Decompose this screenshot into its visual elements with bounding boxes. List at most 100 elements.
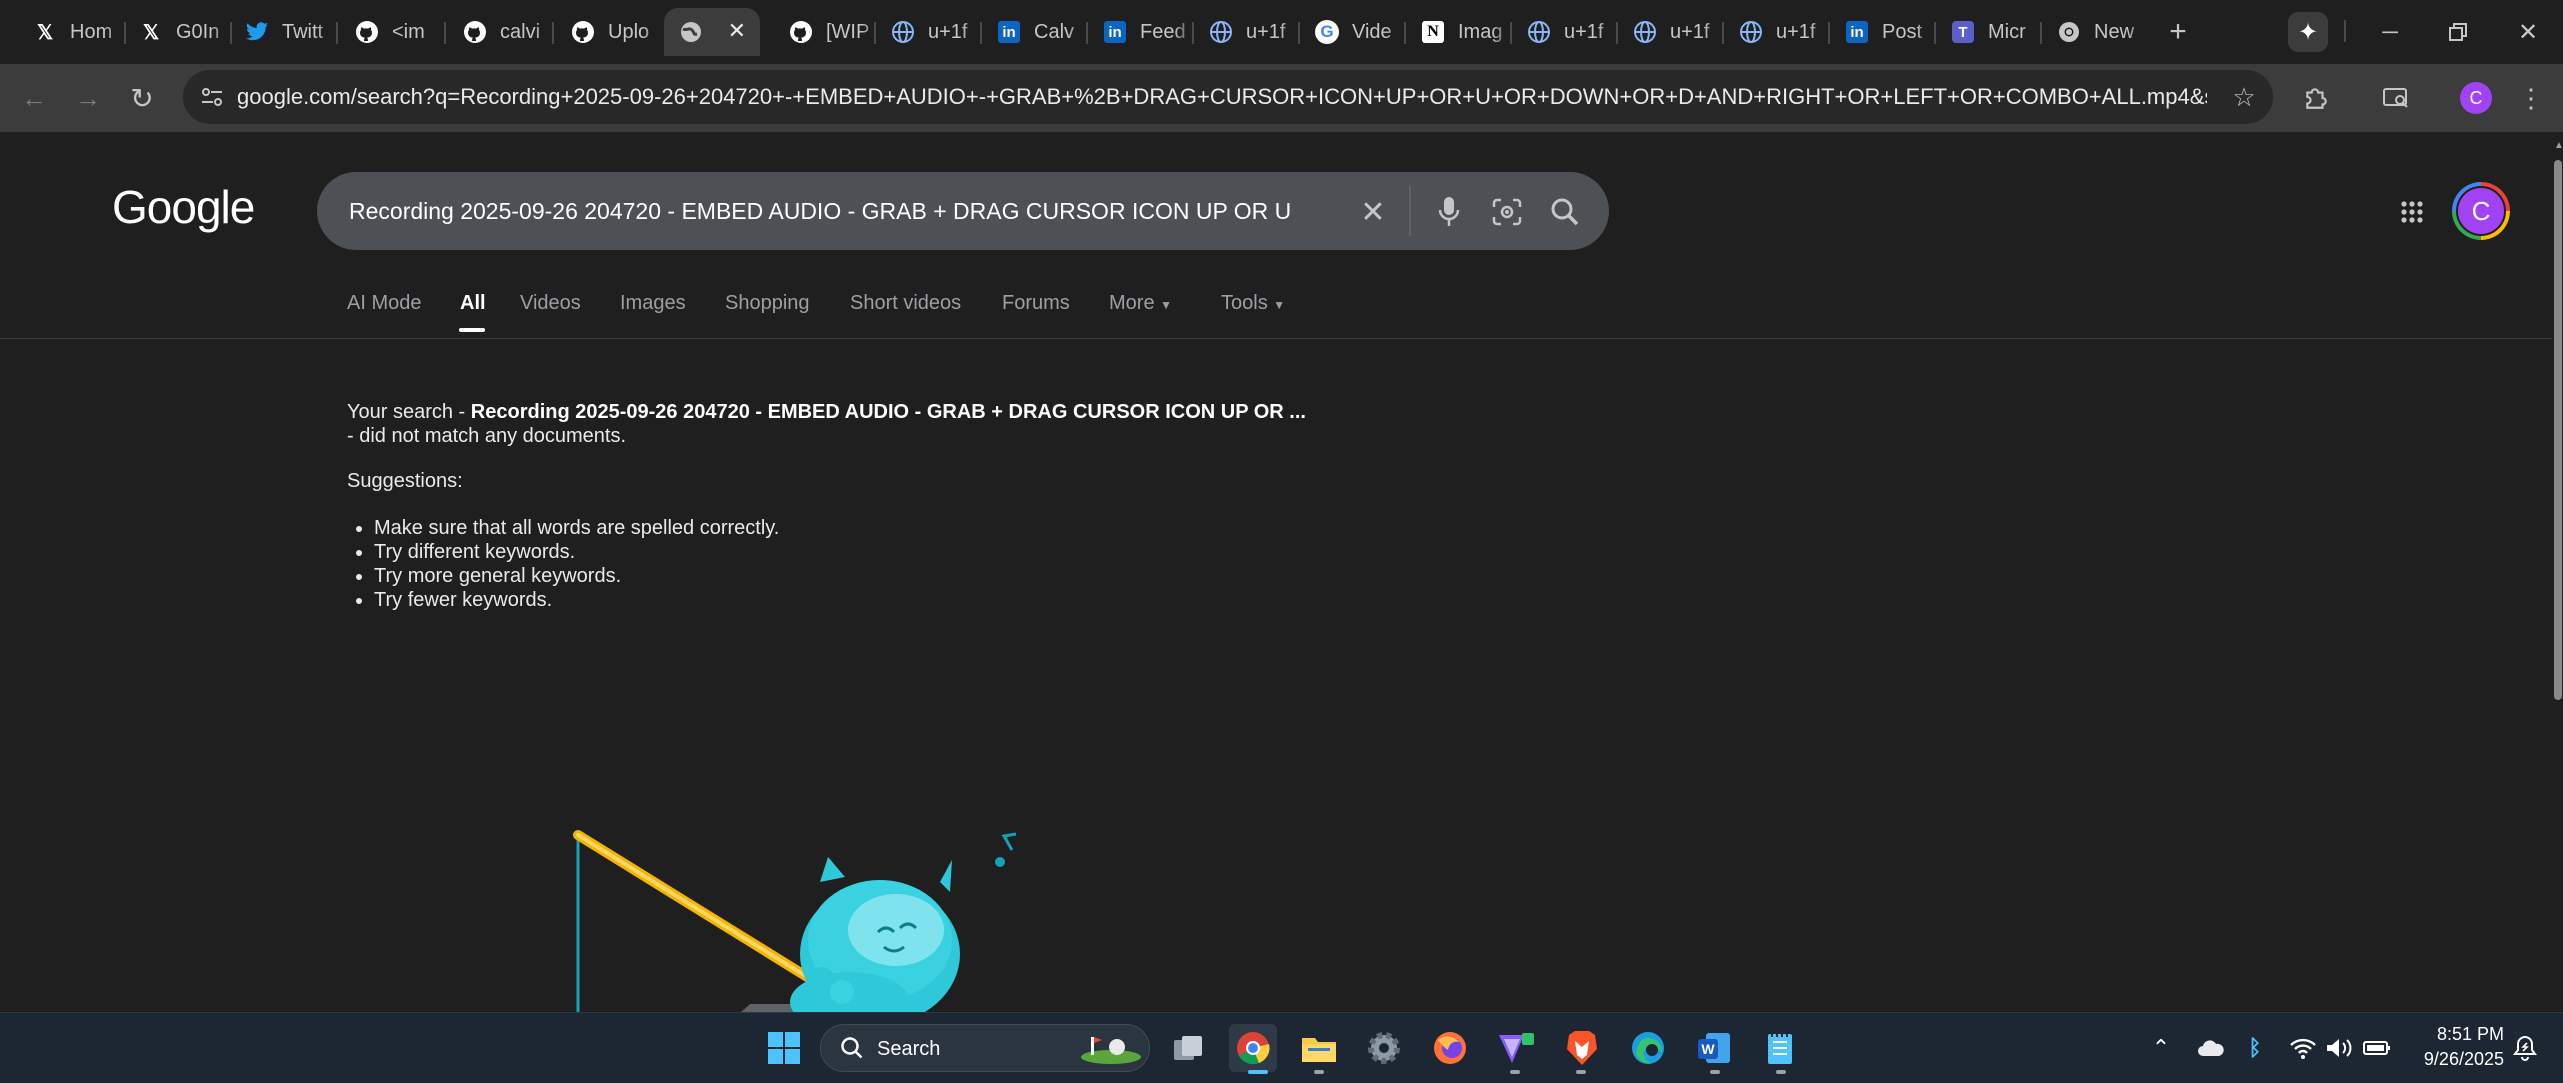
google-results-page: Google Recording 2025-09-26 204720 - EMB… [0,132,2552,1012]
close-tab-icon[interactable]: ✕ [728,18,746,44]
searched-query: Recording 2025-09-26 204720 - EMBED AUDI… [470,401,1306,423]
tab-unicode-1[interactable]: u+1f [876,8,984,56]
twitter-icon [244,19,270,45]
tab-ai-mode[interactable]: AI Mode [347,292,421,315]
minimize-icon[interactable]: ─ [2370,14,2410,50]
word-icon[interactable]: W [1690,1024,1738,1072]
url-text[interactable]: google.com/search?q=Recording+2025-09-26… [237,84,2207,110]
onedrive-cloud-icon[interactable] [2194,1032,2228,1064]
tab-notion[interactable]: N Imag [1406,8,1514,56]
tab-github-2[interactable]: calvi [448,8,558,56]
chrome-icon [2056,19,2082,45]
clock-date: 9/26/2025 [2423,1049,2504,1069]
reload-icon[interactable]: ↻ [122,78,162,118]
wifi-icon[interactable] [2286,1032,2320,1064]
tab-home-x[interactable]: 𝕏 Hom [18,8,128,56]
tab-more[interactable]: More ▼ [1109,292,1172,315]
tab-github-wip[interactable]: [WIP [774,8,884,56]
google-logo[interactable]: Google [112,180,255,234]
lens-search-icon[interactable] [1487,192,1527,232]
search-submit-icon[interactable] [1545,192,1585,232]
cast-icon[interactable] [2376,80,2416,116]
account-avatar[interactable]: C [2452,182,2510,240]
settings-gear-icon[interactable] [1360,1024,1408,1072]
tab-linkedin-post[interactable]: in Post [1830,8,1938,56]
chrome-menu-icon[interactable]: ⋮ [2516,80,2546,116]
system-clock[interactable]: 8:51 PM 9/26/2025 [2404,1022,2504,1074]
gemini-sparkle-icon[interactable]: ✦ [2288,12,2328,52]
tab-shopping[interactable]: Shopping [725,292,810,315]
tab-twitter[interactable]: Twitt [230,8,340,56]
firefox-icon[interactable] [1426,1024,1474,1072]
list-item: Try fewer keywords. [374,588,1074,612]
tab-forums[interactable]: Forums [1002,292,1070,315]
nav-divider [0,338,2552,339]
taskbar-search[interactable]: Search [820,1024,1150,1072]
google-apps-icon[interactable] [2392,192,2432,232]
globe-icon [678,19,704,45]
notion-icon: N [1420,19,1446,45]
tab-x-2[interactable]: 𝕏 G0In [124,8,234,56]
tab-short-videos[interactable]: Short videos [850,292,961,315]
tab-github-1[interactable]: <im [340,8,450,56]
search-input[interactable]: Recording 2025-09-26 204720 - EMBED AUDI… [349,198,1349,225]
svg-text:W: W [1701,1041,1715,1057]
battery-icon[interactable] [2360,1032,2394,1064]
volume-icon[interactable] [2322,1032,2356,1064]
tab-strip: 𝕏 Hom 𝕏 G0In Twitt <im calvi Uplo ✕ [WIP u… [0,0,2563,64]
site-settings-icon[interactable] [195,80,229,114]
scrollbar-thumb[interactable] [2554,160,2562,700]
tab-active[interactable]: ✕ [664,8,760,56]
restore-icon[interactable] [2438,14,2478,50]
notepad-icon[interactable] [1756,1024,1804,1072]
tools-caret-icon: ▼ [1273,298,1286,312]
close-window-icon[interactable]: ✕ [2508,14,2548,50]
globe-icon [1526,19,1552,45]
teams-icon: T [1950,19,1976,45]
extensions-icon[interactable] [2296,80,2336,116]
tab-videos[interactable]: Videos [520,292,581,315]
show-hidden-icons-chevron-icon[interactable]: ⌃ [2146,1032,2176,1064]
start-windows-icon[interactable] [760,1024,808,1072]
tab-all[interactable]: All [460,292,486,315]
scroll-up-icon[interactable]: ▲ [2554,140,2563,151]
tab-linkedin-feed[interactable]: in Feed [1088,8,1196,56]
tab-tools[interactable]: Tools ▼ [1221,292,1285,315]
tab-github-3[interactable]: Uplo [556,8,666,56]
tab-teams[interactable]: T Micr [1936,8,2044,56]
tab-unicode-2[interactable]: u+1f [1194,8,1302,56]
tab-linkedin-1[interactable]: in Calv [982,8,1090,56]
clear-search-icon[interactable]: ✕ [1353,192,1393,232]
tab-images[interactable]: Images [620,292,686,315]
active-tab-indicator [459,328,485,332]
new-tab-plus-icon[interactable]: + [2160,14,2196,50]
bluetooth-icon[interactable]: ᛒ [2240,1032,2270,1064]
globe-icon [1738,19,1764,45]
task-view-icon[interactable] [1164,1024,1212,1072]
notification-bell-icon[interactable] [2510,1032,2540,1064]
file-explorer-icon[interactable] [1295,1024,1343,1072]
tab-unicode-4[interactable]: u+1f [1618,8,1726,56]
search-box[interactable]: Recording 2025-09-26 204720 - EMBED AUDI… [317,172,1609,250]
proton-vpn-icon[interactable] [1492,1024,1540,1072]
address-bar[interactable]: google.com/search?q=Recording+2025-09-26… [183,70,2273,124]
tab-google-videos[interactable]: G Vide [1300,8,1408,56]
x-icon: 𝕏 [36,21,54,44]
forward-icon[interactable]: → [68,78,108,118]
tab-new-tab[interactable]: New [2042,8,2150,56]
tab-unicode-3[interactable]: u+1f [1512,8,1620,56]
taskbar-chrome-icon[interactable] [1229,1024,1277,1072]
voice-search-icon[interactable] [1429,192,1469,232]
page-scrollbar[interactable]: ▲ [2552,132,2563,1012]
brave-icon[interactable] [1558,1024,1606,1072]
github-icon [570,19,596,45]
bookmark-star-icon[interactable]: ☆ [2227,80,2261,114]
linkedin-icon: in [1844,19,1870,45]
edge-icon[interactable] [1624,1024,1672,1072]
back-icon[interactable]: ← [14,78,54,118]
list-item: Make sure that all words are spelled cor… [374,516,1074,540]
tab-unicode-5[interactable]: u+1f [1724,8,1832,56]
globe-icon [1632,19,1658,45]
profile-avatar[interactable]: C [2460,82,2492,114]
no-results-message: Your search - Recording 2025-09-26 20472… [347,401,1306,447]
